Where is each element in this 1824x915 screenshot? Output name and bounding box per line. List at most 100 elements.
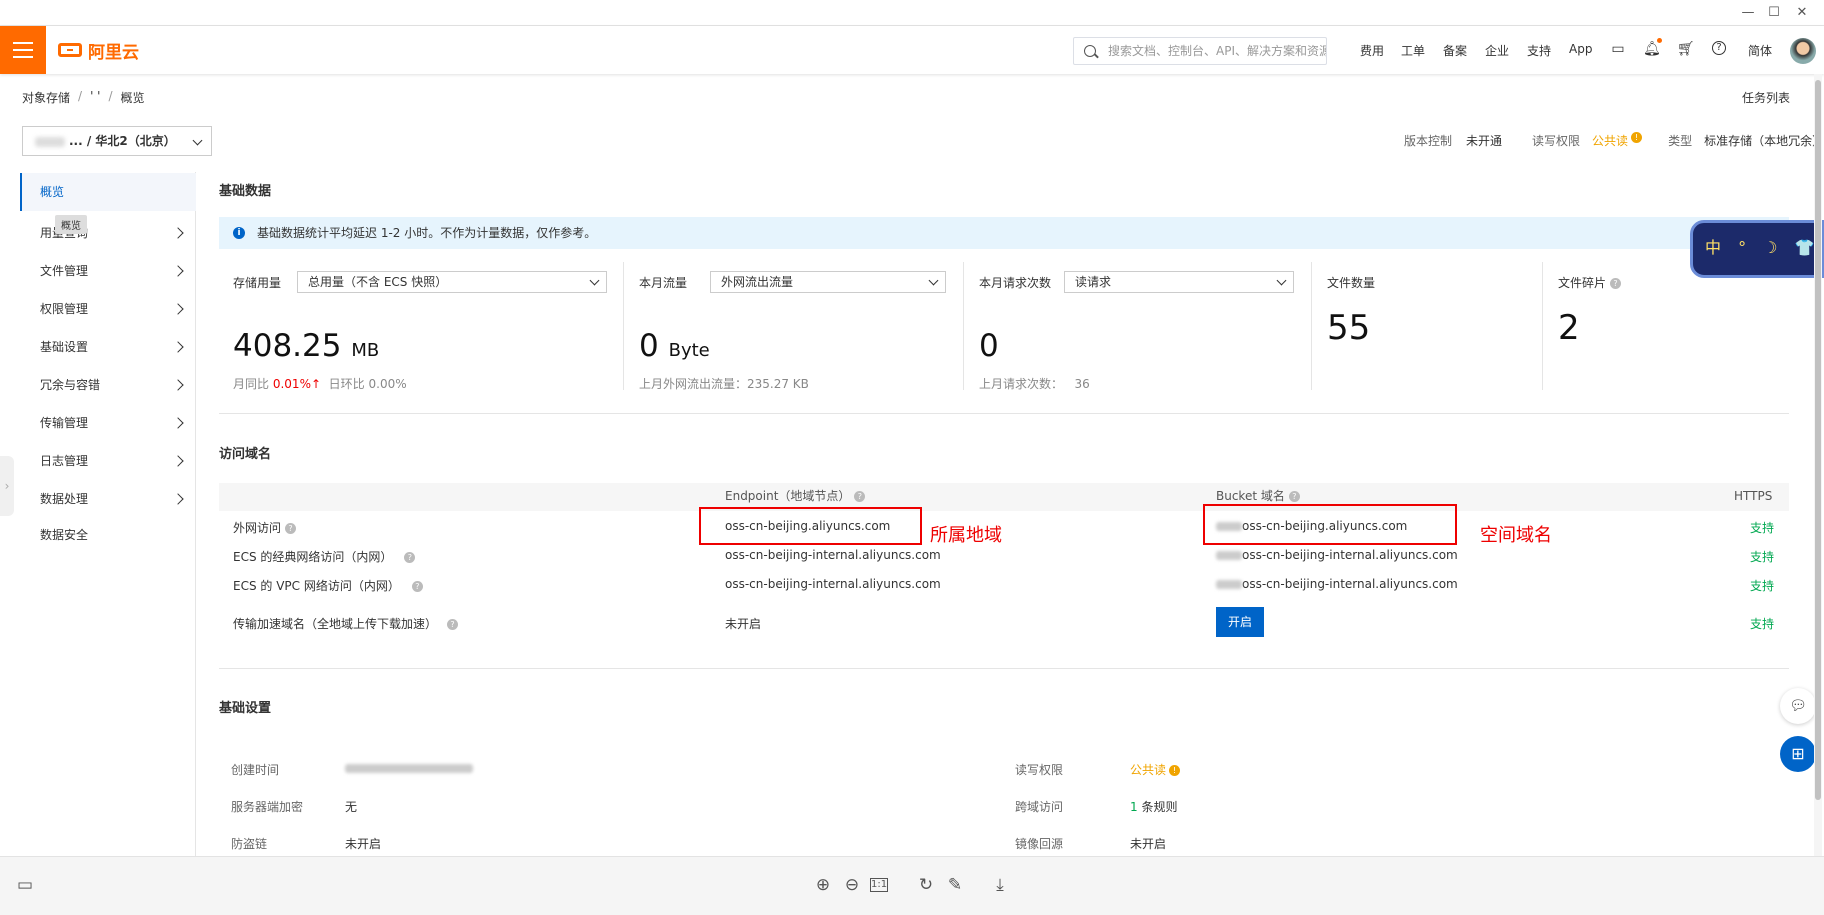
info-icon: i (233, 227, 245, 239)
bell-icon[interactable]: 🔔︎ (1643, 41, 1661, 57)
rw-label: 读写权限 (1015, 763, 1064, 777)
help-icon[interactable]: ? (1610, 278, 1622, 289)
enable-acceleration-button[interactable]: 开启 (1216, 607, 1264, 637)
breadcrumb-root[interactable]: 对象存储 (22, 89, 70, 106)
sidebar-item-label: 基础设置 (40, 340, 89, 354)
traffic-type-dropdown[interactable]: 外网流出流量 (710, 271, 946, 293)
storage-unit: MB (351, 340, 380, 361)
chevron-down-icon (928, 275, 939, 286)
request-type-dropdown[interactable]: 读请求 (1064, 271, 1294, 293)
sidebar-item-permissions[interactable]: 权限管理 (20, 290, 196, 328)
created-time-value (345, 761, 473, 775)
chat-icon[interactable]: 💬︎ (1780, 688, 1816, 724)
hamburger-menu-button[interactable] (0, 26, 46, 74)
row-name: 传输加速域名（全地域上传下载加速） (233, 617, 438, 631)
sse-value: 无 (345, 800, 358, 814)
cart-icon[interactable]: 🛒︎ (1677, 41, 1695, 57)
stat-label: 文件数量 (1327, 276, 1376, 290)
rotate-icon[interactable]: ↻ (915, 874, 937, 896)
storage-value: 408.25 MB (233, 328, 379, 364)
annotation-region-label: 所属地域 (930, 525, 1002, 546)
language-switch[interactable]: 简体 (1748, 42, 1772, 59)
endpoint-value: 未开启 (725, 617, 762, 631)
help-icon[interactable]: ? (1712, 41, 1726, 55)
sse-label: 服务器端加密 (231, 800, 304, 814)
sidebar-item-logs[interactable]: 日志管理 (20, 442, 196, 480)
search-input[interactable]: 搜索文档、控制台、API、解决方案和资源 (1073, 37, 1327, 65)
close-button[interactable]: ✕ (1792, 4, 1812, 22)
maximize-button[interactable]: ☐ (1764, 4, 1784, 22)
minimize-button[interactable]: — (1738, 4, 1758, 22)
rw-permission-label: 读写权限 (1532, 134, 1581, 148)
files-value: 55 (1327, 308, 1371, 348)
expand-panel-handle[interactable]: › (0, 456, 14, 516)
bucket-region-select[interactable]: ... / 华北2（北京） (22, 126, 212, 156)
chevron-right-icon (172, 417, 184, 429)
chevron-right-icon (172, 341, 184, 353)
sidebar-tooltip: 概览 (55, 215, 87, 234)
breadcrumb-separator: / (78, 89, 83, 103)
avatar[interactable] (1790, 38, 1816, 64)
nav-fees[interactable]: 费用 (1360, 42, 1384, 59)
chevron-down-icon (589, 275, 600, 286)
terminal-icon[interactable]: ▭ (1610, 41, 1626, 57)
sidebar-item-label: 传输管理 (40, 416, 89, 430)
requests-last-month: 上月请求次数： 36 (979, 375, 1090, 392)
help-icon[interactable]: ? (411, 581, 423, 592)
sidebar-item-basic-settings[interactable]: 基础设置 (20, 328, 196, 366)
scrollbar-thumb[interactable] (1815, 80, 1821, 800)
redacted-bucket-prefix (1216, 551, 1242, 560)
breadcrumb-current: 概览 (120, 91, 145, 105)
stat-label: 存储用量 (233, 276, 282, 290)
apps-grid-icon[interactable]: ⊞ (1780, 736, 1816, 772)
endpoint-value[interactable]: oss-cn-beijing-internal.aliyuncs.com (725, 548, 941, 562)
notification-dot (1657, 38, 1662, 43)
viewer-toolbar: ▭ ⊕ ⊖ 1:1 ↻ ✎ ⤓ (0, 856, 1824, 915)
rw-permission-value: 公共读 (1592, 134, 1629, 148)
sidebar-item-label: 概览 (40, 185, 65, 199)
endpoint-value[interactable]: oss-cn-beijing-internal.aliyuncs.com (725, 577, 941, 591)
stat-label: 文件碎片 (1558, 276, 1607, 290)
breadcrumb-bucket[interactable]: ' ' (90, 89, 100, 106)
mom-label: 日环比 (328, 377, 365, 391)
nav-support[interactable]: 支持 (1527, 42, 1551, 59)
table-row-classic: ECS 的经典网络访问（内网）? (233, 548, 416, 565)
ime-toolbar-widget[interactable]: 中 ° ☽ 👕 ⭐ (1690, 220, 1824, 278)
help-icon[interactable]: ? (285, 523, 297, 534)
cors-count: 1 (1130, 800, 1138, 814)
nav-tickets[interactable]: 工单 (1401, 42, 1425, 59)
thumbnails-icon[interactable]: ▭ (14, 874, 36, 896)
edit-pencil-icon[interactable]: ✎ (944, 874, 966, 896)
row-name: ECS 的经典网络访问（内网） (233, 550, 393, 564)
sidebar-item-data-processing[interactable]: 数据处理 (20, 480, 196, 518)
help-icon[interactable]: ? (447, 619, 459, 630)
nav-app[interactable]: App (1569, 42, 1592, 56)
redacted-bucket-name (35, 137, 65, 147)
sidebar-item-redundancy[interactable]: 冗余与容错 (20, 366, 196, 404)
download-icon[interactable]: ⤓ (989, 874, 1011, 896)
requests-last-month-value: 36 (1074, 377, 1090, 391)
help-icon[interactable]: ? (854, 491, 866, 502)
zoom-in-icon[interactable]: ⊕ (812, 874, 834, 896)
sidebar-item-files[interactable]: 文件管理 (20, 252, 196, 290)
help-icon[interactable]: ? (404, 552, 416, 563)
nav-enterprise[interactable]: 企业 (1485, 42, 1509, 59)
storage-type-dropdown[interactable]: 总用量（不含 ECS 快照） (297, 271, 607, 293)
sidebar-item-overview[interactable]: 概览 (20, 173, 196, 211)
task-list-link[interactable]: 任务列表 (1742, 89, 1790, 106)
cors-value[interactable]: 1 条规则 (1130, 798, 1177, 815)
sidebar-item-data-security[interactable]: 数据安全 (20, 516, 196, 554)
rw-value: 公共读! (1130, 761, 1181, 778)
dropdown-value: 读请求 (1075, 275, 1112, 289)
sidebar-item-transfer[interactable]: 传输管理 (20, 404, 196, 442)
nav-icp[interactable]: 备案 (1443, 42, 1467, 59)
actual-size-icon[interactable]: 1:1 (870, 878, 888, 892)
cors-label: 跨域访问 (1015, 800, 1064, 814)
bucket-domain-value[interactable]: oss-cn-beijing-internal.aliyuncs.com (1216, 577, 1458, 591)
zoom-out-icon[interactable]: ⊖ (841, 874, 863, 896)
table-row-internet: 外网访问? (233, 519, 297, 536)
sidebar-item-usage[interactable]: 用量查询 (20, 214, 196, 252)
bucket-domain-value[interactable]: oss-cn-beijing-internal.aliyuncs.com (1216, 548, 1458, 562)
brand-logo[interactable]: 阿里云 (58, 40, 139, 63)
help-icon[interactable]: ? (1288, 491, 1300, 502)
